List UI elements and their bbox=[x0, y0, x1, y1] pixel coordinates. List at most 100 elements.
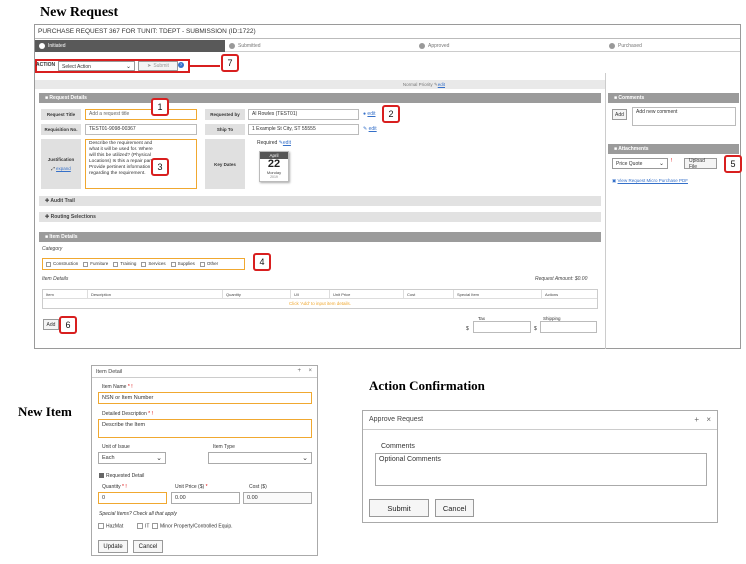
unit-price-input[interactable]: 0.00 bbox=[171, 492, 240, 504]
special-it[interactable]: IT bbox=[137, 523, 149, 529]
upload-file-button[interactable]: Upload File bbox=[684, 158, 717, 170]
shipping-input[interactable] bbox=[540, 321, 597, 333]
request-amount: Request Amount: $0.00 bbox=[535, 276, 587, 282]
category-label-text: Furniture bbox=[90, 261, 109, 267]
item-name-input[interactable]: NSN or Item Number bbox=[98, 392, 312, 404]
checkbox-icon bbox=[152, 523, 158, 529]
request-window: PURCHASE REQUEST 367 FOR TUNIT: TDEPT - … bbox=[34, 24, 742, 349]
section-title: Item Details bbox=[49, 234, 78, 240]
comment-input[interactable]: Add new comment bbox=[632, 107, 736, 126]
quantity-label: Quantity * ! bbox=[102, 484, 127, 490]
comments-label: Comments bbox=[381, 443, 415, 450]
item-type-select[interactable]: ⌄ bbox=[208, 452, 312, 464]
column-divider bbox=[605, 73, 606, 349]
routing-selections-toggle[interactable]: ✚ Routing Selections bbox=[39, 212, 601, 222]
category-construction[interactable]: Construction bbox=[46, 261, 78, 267]
step-purchased: Purchased bbox=[605, 40, 740, 52]
audit-trail-toggle[interactable]: ✚ Audit Trail bbox=[39, 196, 601, 206]
col-cost: Cost bbox=[404, 290, 454, 299]
attachment-type-value: Price Quote bbox=[616, 161, 643, 167]
ship-to-field[interactable]: 1 Example St City, ST 55555 bbox=[248, 124, 359, 135]
required-marker: ! bbox=[671, 158, 673, 164]
item-modal-title: Item Detail bbox=[96, 369, 123, 375]
checkbox-icon bbox=[46, 261, 51, 267]
checkbox-icon bbox=[137, 523, 143, 529]
required-edit-link[interactable]: edit bbox=[283, 140, 291, 146]
category-furniture[interactable]: Furniture bbox=[83, 261, 109, 267]
calendar-widget[interactable]: April 22 Monday 2019 bbox=[259, 151, 289, 182]
approve-comments-textarea[interactable]: Optional Comments bbox=[375, 453, 707, 486]
calendar-year: 2019 bbox=[270, 175, 278, 179]
attachments-header[interactable]: ■ Attachments bbox=[608, 144, 739, 154]
send-icon: ➤ bbox=[147, 63, 152, 69]
comments-header[interactable]: ■ Comments bbox=[608, 93, 739, 103]
routing-selections-label: Routing Selections bbox=[50, 214, 96, 220]
request-details-header[interactable]: ■ Request Details bbox=[39, 93, 601, 103]
action-select[interactable]: Select Action ⌄ bbox=[58, 61, 135, 71]
cancel-item-button[interactable]: Cancel bbox=[133, 540, 163, 553]
approve-submit-button[interactable]: Submit bbox=[369, 499, 429, 517]
submit-label: Submit bbox=[153, 63, 169, 69]
section-title: Comments bbox=[618, 95, 645, 101]
request-amount-label: Request Amount: bbox=[535, 276, 574, 282]
action-select-value: Select Action bbox=[62, 64, 91, 70]
empty-table-message: Click 'Add' to input item details. bbox=[289, 301, 351, 306]
plus-icon[interactable]: + bbox=[297, 368, 301, 374]
add-item-button[interactable]: Add bbox=[43, 319, 59, 330]
plus-icon[interactable]: + bbox=[694, 415, 699, 424]
add-comment-button[interactable]: Add bbox=[612, 109, 627, 120]
expand-icon: ⤢ expand bbox=[51, 166, 71, 171]
view-pdf-link[interactable]: View Request Micro Purchase PDF bbox=[618, 178, 688, 183]
item-modal-header: Item Detail bbox=[92, 366, 317, 378]
requested-detail-label: Requested Detail bbox=[106, 473, 145, 479]
step-initiated: Initiated bbox=[35, 40, 225, 52]
item-name-label: Item Name * ! bbox=[102, 384, 133, 390]
tax-input[interactable] bbox=[473, 321, 531, 333]
close-icon[interactable]: × bbox=[706, 415, 711, 424]
category-other[interactable]: Other bbox=[199, 261, 219, 267]
approve-cancel-button[interactable]: Cancel bbox=[435, 499, 474, 517]
special-label-text: Minor Property/Controlled Equip. bbox=[160, 523, 233, 530]
requested-detail-toggle[interactable]: Requested Detail bbox=[99, 473, 144, 479]
priority-edit-link[interactable]: edit bbox=[438, 82, 445, 87]
request-header: PURCHASE REQUEST 367 FOR TUNIT: TDEPT - … bbox=[35, 25, 740, 39]
step-label: Approved bbox=[428, 43, 450, 49]
priority-text: Normal Priority bbox=[402, 82, 433, 87]
category-supplies[interactable]: Supplies bbox=[170, 261, 195, 267]
attachment-type-select[interactable]: Price Quote ⌄ bbox=[612, 158, 668, 169]
step-dot-icon bbox=[609, 43, 615, 49]
requested-by-edit-link[interactable]: edit bbox=[367, 111, 375, 117]
item-details-header[interactable]: ■ Item Details bbox=[39, 232, 601, 242]
description-textarea[interactable]: Describe the Item bbox=[98, 419, 312, 438]
request-amount-value: $0.00 bbox=[574, 276, 588, 282]
close-icon[interactable]: × bbox=[308, 368, 312, 374]
category-label-text: Other bbox=[206, 261, 219, 267]
category-checkboxes: Construction Furniture Training Services… bbox=[42, 258, 245, 270]
chevron-down-icon: ⌄ bbox=[125, 64, 131, 70]
justification-textarea[interactable]: Describe the requirement and what it wil… bbox=[85, 139, 197, 189]
step-submitted: Submitted bbox=[225, 40, 415, 52]
description-label-text: Detailed Description bbox=[102, 411, 147, 417]
special-minor-property[interactable]: Minor Property/Controlled Equip. bbox=[152, 523, 233, 529]
requested-by-field[interactable]: Al Rowles (TEST01) bbox=[248, 109, 359, 120]
quantity-input[interactable]: 0 bbox=[98, 492, 167, 504]
new-request-heading: New Request bbox=[40, 5, 119, 20]
approve-modal-header: Approve Request bbox=[363, 411, 717, 430]
request-title-input[interactable]: Add a request title bbox=[85, 109, 197, 120]
submit-button[interactable]: ➤ Submit bbox=[138, 61, 178, 71]
col-actions: Actions bbox=[545, 292, 559, 297]
section-title: Attachments bbox=[618, 146, 649, 152]
update-button[interactable]: Update bbox=[98, 540, 128, 553]
unit-select[interactable]: Each ⌄ bbox=[98, 452, 166, 464]
category-services[interactable]: Services bbox=[141, 261, 166, 267]
callout-2: 2 bbox=[382, 105, 400, 123]
help-icon[interactable]: ? bbox=[178, 62, 184, 68]
calendar-day: 22 bbox=[267, 158, 281, 170]
info-icon[interactable]: ● edit bbox=[363, 111, 375, 117]
expand-link[interactable]: expand bbox=[56, 166, 71, 171]
required-date-label: Required ✎edit bbox=[257, 140, 291, 146]
special-hazmat[interactable]: HazMat bbox=[98, 523, 123, 529]
unit-select-value: Each bbox=[102, 455, 115, 461]
category-training[interactable]: Training bbox=[113, 261, 136, 267]
ship-to-edit-link[interactable]: edit bbox=[369, 126, 377, 132]
